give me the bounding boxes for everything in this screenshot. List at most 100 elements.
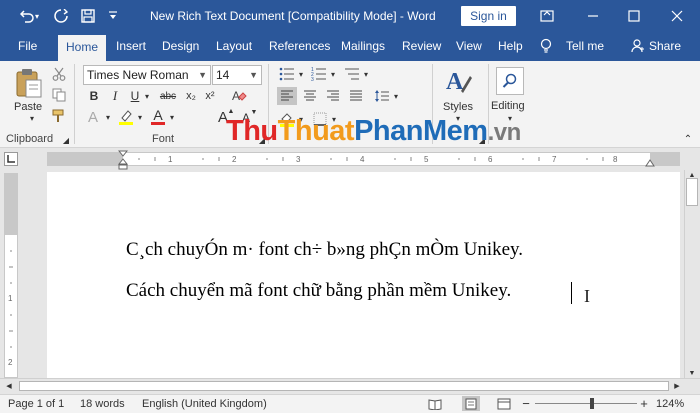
read-mode-icon[interactable] bbox=[428, 397, 442, 410]
multilevel-dropdown-icon[interactable]: ▾ bbox=[362, 68, 370, 80]
justify-icon[interactable] bbox=[346, 87, 366, 105]
multilevel-list-icon[interactable] bbox=[342, 66, 362, 82]
bullets-icon[interactable] bbox=[277, 66, 297, 82]
subscript-button[interactable]: x₂ bbox=[183, 88, 199, 104]
styles-label[interactable]: Styles bbox=[443, 101, 473, 113]
tab-insert[interactable]: Insert bbox=[116, 32, 146, 61]
chevron-down-icon[interactable]: ▼ bbox=[249, 66, 258, 84]
tab-file[interactable]: File bbox=[18, 32, 37, 61]
horizontal-scroll-thumb[interactable] bbox=[19, 381, 669, 391]
collapse-ribbon-icon[interactable]: ⌃ bbox=[682, 133, 694, 145]
scroll-left-icon[interactable]: ◀ bbox=[4, 381, 14, 391]
font-color-button[interactable]: A bbox=[149, 106, 167, 126]
watermark-part: Thu bbox=[226, 115, 278, 147]
minimize-icon[interactable] bbox=[570, 0, 616, 32]
align-center-icon[interactable] bbox=[300, 87, 320, 105]
align-left-icon[interactable] bbox=[277, 87, 297, 105]
tab-mailings[interactable]: Mailings bbox=[341, 32, 385, 61]
document-page[interactable] bbox=[47, 172, 680, 378]
lightbulb-icon[interactable] bbox=[540, 32, 556, 61]
document-line-2[interactable]: Cách chuyển mã font chữ bằng phần mềm Un… bbox=[126, 280, 511, 302]
line-spacing-icon[interactable] bbox=[372, 87, 392, 105]
line-spacing-dropdown-icon[interactable]: ▾ bbox=[392, 90, 400, 102]
ribbon-display-options-icon[interactable] bbox=[524, 0, 570, 32]
share-person-icon[interactable] bbox=[631, 32, 647, 61]
customize-qat-icon[interactable] bbox=[100, 0, 126, 32]
format-painter-icon[interactable] bbox=[50, 108, 68, 124]
maximize-icon[interactable] bbox=[611, 0, 657, 32]
editing-label[interactable]: Editing bbox=[491, 100, 525, 112]
tab-help[interactable]: Help bbox=[498, 32, 523, 61]
share-button[interactable]: Share bbox=[649, 32, 681, 61]
group-separator bbox=[74, 64, 75, 144]
page-count[interactable]: Page 1 of 1 bbox=[8, 398, 64, 410]
zoom-level[interactable]: 124% bbox=[656, 398, 684, 410]
vertical-scroll-thumb[interactable] bbox=[686, 178, 698, 206]
font-name-value: Times New Roman bbox=[87, 68, 189, 82]
sign-in-button[interactable]: Sign in bbox=[461, 6, 516, 26]
svg-text:3: 3 bbox=[311, 77, 314, 81]
strikethrough-button[interactable]: abc bbox=[157, 88, 179, 104]
print-layout-icon[interactable] bbox=[462, 396, 480, 411]
tab-design[interactable]: Design bbox=[162, 32, 199, 61]
web-layout-icon[interactable] bbox=[497, 397, 511, 410]
redo-icon[interactable] bbox=[48, 0, 74, 32]
copy-icon[interactable] bbox=[50, 87, 68, 103]
superscript-button[interactable]: x² bbox=[202, 88, 218, 104]
svg-text:8: 8 bbox=[613, 155, 618, 164]
tab-references[interactable]: References bbox=[269, 32, 330, 61]
cut-icon[interactable] bbox=[50, 66, 68, 82]
zoom-out-icon[interactable]: − bbox=[520, 396, 532, 411]
save-icon[interactable] bbox=[75, 0, 101, 32]
font-name-combo[interactable]: Times New Roman ▼ bbox=[83, 65, 211, 85]
numbering-dropdown-icon[interactable]: ▾ bbox=[329, 68, 337, 80]
zoom-slider-thumb[interactable] bbox=[590, 398, 594, 409]
clipboard-launcher-icon[interactable]: ◢ bbox=[61, 135, 71, 145]
highlight-icon[interactable] bbox=[117, 108, 135, 126]
clear-formatting-icon[interactable]: A bbox=[230, 87, 248, 105]
undo-dropdown-icon[interactable]: ▾ bbox=[32, 0, 42, 32]
numbering-icon[interactable]: 123 bbox=[309, 66, 329, 82]
underline-button[interactable]: U bbox=[127, 88, 143, 104]
language-indicator[interactable]: English (United Kingdom) bbox=[142, 398, 267, 410]
word-count[interactable]: 18 words bbox=[80, 398, 125, 410]
tab-view[interactable]: View bbox=[456, 32, 482, 61]
ruler-left-margin bbox=[47, 152, 123, 166]
highlight-dropdown-icon[interactable]: ▾ bbox=[136, 111, 144, 123]
scroll-right-icon[interactable]: ▶ bbox=[672, 381, 682, 391]
tab-review[interactable]: Review bbox=[402, 32, 441, 61]
bold-button[interactable]: B bbox=[86, 88, 102, 104]
right-indent-marker-icon[interactable] bbox=[645, 159, 655, 167]
tab-layout[interactable]: Layout bbox=[216, 32, 252, 61]
align-right-icon[interactable] bbox=[323, 87, 343, 105]
styles-icon[interactable]: A bbox=[442, 66, 474, 98]
close-icon[interactable] bbox=[654, 0, 700, 32]
watermark-part: PhanMem bbox=[354, 115, 488, 147]
underline-dropdown-icon[interactable]: ▾ bbox=[143, 90, 151, 102]
italic-button[interactable]: I bbox=[107, 88, 123, 104]
scroll-down-icon[interactable]: ▼ bbox=[686, 369, 698, 377]
text-effects-button[interactable]: A bbox=[84, 108, 102, 126]
svg-text:3: 3 bbox=[296, 155, 301, 164]
paste-label[interactable]: Paste bbox=[14, 101, 42, 113]
zoom-in-icon[interactable]: + bbox=[638, 396, 650, 411]
chevron-down-icon[interactable]: ▼ bbox=[198, 66, 207, 84]
document-line-1[interactable]: C¸ch chuyÓn m· font ch÷ b»ng phÇn mÒm Un… bbox=[126, 239, 523, 261]
tell-me-search[interactable]: Tell me bbox=[566, 32, 604, 61]
svg-text:A: A bbox=[232, 89, 240, 103]
paste-dropdown-icon[interactable]: ▾ bbox=[27, 113, 37, 123]
text-cursor bbox=[571, 282, 572, 304]
zoom-slider-track[interactable] bbox=[535, 403, 637, 404]
font-color-glyph: A bbox=[153, 106, 163, 123]
tab-home[interactable]: Home bbox=[58, 35, 107, 61]
ruler-ticks: 1 2 3 4 5 6 7 8 bbox=[138, 155, 618, 164]
text-effects-dropdown-icon[interactable]: ▾ bbox=[104, 111, 112, 123]
ibeam-cursor-icon: I bbox=[584, 286, 590, 306]
tab-selector-button[interactable] bbox=[4, 152, 18, 166]
editing-search-icon[interactable] bbox=[496, 67, 524, 95]
paste-icon[interactable] bbox=[12, 66, 46, 100]
font-color-dropdown-icon[interactable]: ▾ bbox=[168, 111, 176, 123]
bullets-dropdown-icon[interactable]: ▾ bbox=[297, 68, 305, 80]
indent-marker-icon[interactable] bbox=[118, 150, 128, 170]
font-size-combo[interactable]: 14 ▼ bbox=[212, 65, 262, 85]
